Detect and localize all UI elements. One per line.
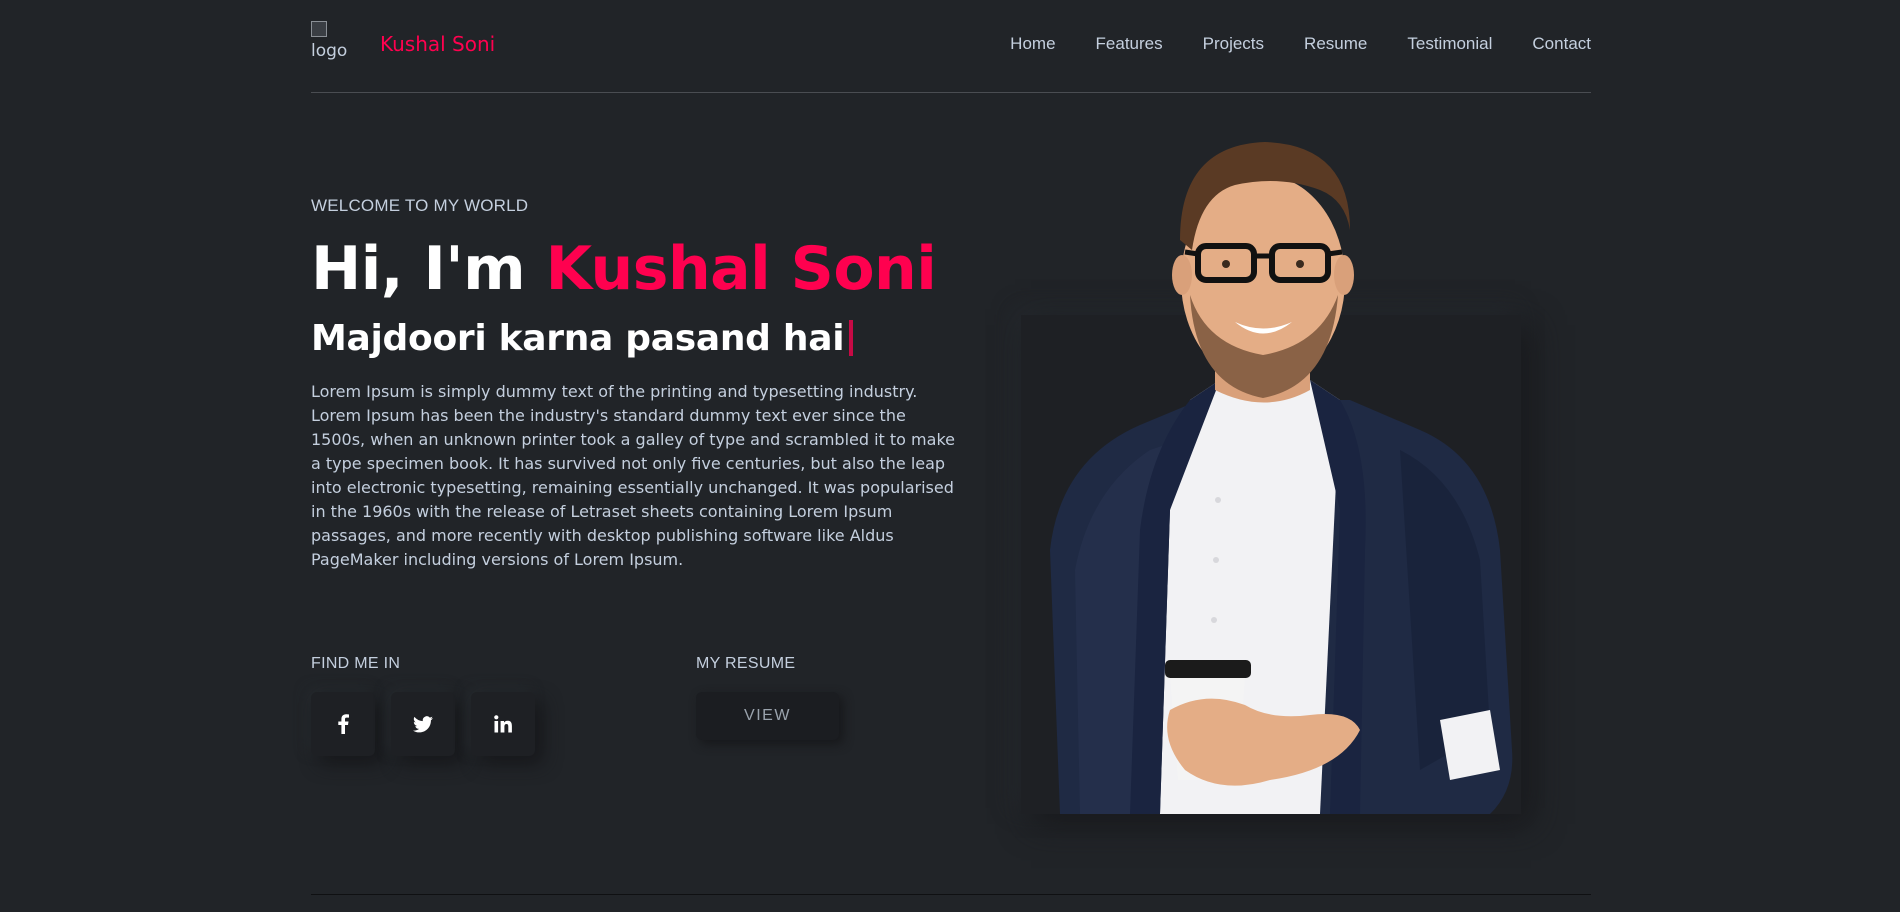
logo-image[interactable]: logo (311, 21, 351, 61)
welcome-text: WELCOME TO MY WORLD (311, 196, 529, 215)
profile-photo (1050, 142, 1513, 814)
broken-image-icon (311, 21, 327, 37)
tagline-text: Majdoori karna pasand hai (311, 318, 845, 359)
twitter-icon (413, 715, 433, 732)
footer-divider (311, 894, 1591, 895)
find-me-label: FIND ME IN (311, 655, 401, 672)
brand-name[interactable]: Kushal Soni (380, 32, 495, 56)
nav-home[interactable]: Home (1010, 34, 1055, 54)
site-header: logo Kushal Soni Home Features Projects … (311, 0, 1591, 93)
nav-resume[interactable]: Resume (1304, 34, 1367, 54)
hero-title: Hi, I'm Kushal Soni (311, 234, 937, 304)
twitter-button[interactable] (391, 692, 455, 756)
hero-name: Kushal Soni (545, 234, 937, 304)
nav-contact[interactable]: Contact (1532, 34, 1591, 54)
logo-alt-text: logo (311, 40, 348, 61)
hero-tagline: Majdoori karna pasand hai (311, 318, 854, 359)
nav-testimonial[interactable]: Testimonial (1407, 34, 1492, 54)
linkedin-icon (494, 715, 512, 733)
facebook-icon (338, 714, 349, 734)
nav-projects[interactable]: Projects (1203, 34, 1264, 54)
hero-greeting: Hi, I'm (311, 234, 546, 304)
facebook-button[interactable] (311, 692, 375, 756)
my-resume-label: MY RESUME (696, 655, 796, 672)
main-nav: Home Features Projects Resume Testimonia… (1010, 34, 1591, 54)
linkedin-button[interactable] (471, 692, 535, 756)
page: logo Kushal Soni Home Features Projects … (0, 0, 1900, 912)
hero-description: Lorem Ipsum is simply dummy text of the … (311, 382, 955, 569)
typing-cursor (849, 320, 854, 356)
social-links (311, 692, 535, 756)
nav-features[interactable]: Features (1096, 34, 1163, 54)
view-resume-button[interactable]: VIEW (696, 692, 839, 740)
